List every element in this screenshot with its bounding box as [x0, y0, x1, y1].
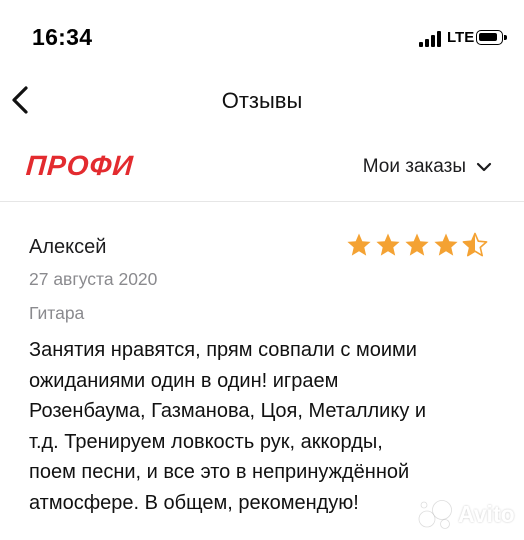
star-half-icon	[462, 232, 488, 257]
app-header: ПРОФИ Мои заказы	[0, 132, 524, 202]
avito-logo-icon	[418, 500, 452, 529]
review-card: Алексей 27 августа 2020 Гитара Занятия н…	[0, 202, 524, 540]
star-full-icon	[347, 233, 371, 256]
reviewer-name: Алексей	[29, 236, 107, 258]
network-type-label: LTE	[447, 29, 475, 46]
review-category: Гитара	[29, 303, 85, 323]
star-full-icon	[434, 233, 458, 256]
chevron-down-icon	[476, 162, 492, 172]
review-text: Занятия нравятся, прям совпали с моими о…	[29, 339, 427, 514]
status-bar: 16:34 LTE	[0, 0, 524, 70]
my-orders-label: Мои заказы	[362, 156, 466, 177]
signal-strength-icon	[419, 31, 441, 47]
navigation-bar: Отзывы	[0, 70, 524, 132]
star-full-icon	[405, 233, 429, 256]
rating-stars	[345, 231, 490, 259]
my-orders-dropdown[interactable]: Мои заказы	[363, 156, 492, 178]
avito-watermark: Avito	[418, 497, 515, 531]
battery-icon	[476, 30, 507, 45]
status-time: 16:34	[32, 24, 93, 50]
watermark-text: Avito	[458, 500, 515, 527]
star-full-icon	[376, 233, 400, 256]
brand-logo[interactable]: ПРОФИ	[25, 150, 135, 182]
page-title: Отзывы	[221, 88, 303, 113]
review-date: 27 августа 2020	[29, 269, 158, 289]
